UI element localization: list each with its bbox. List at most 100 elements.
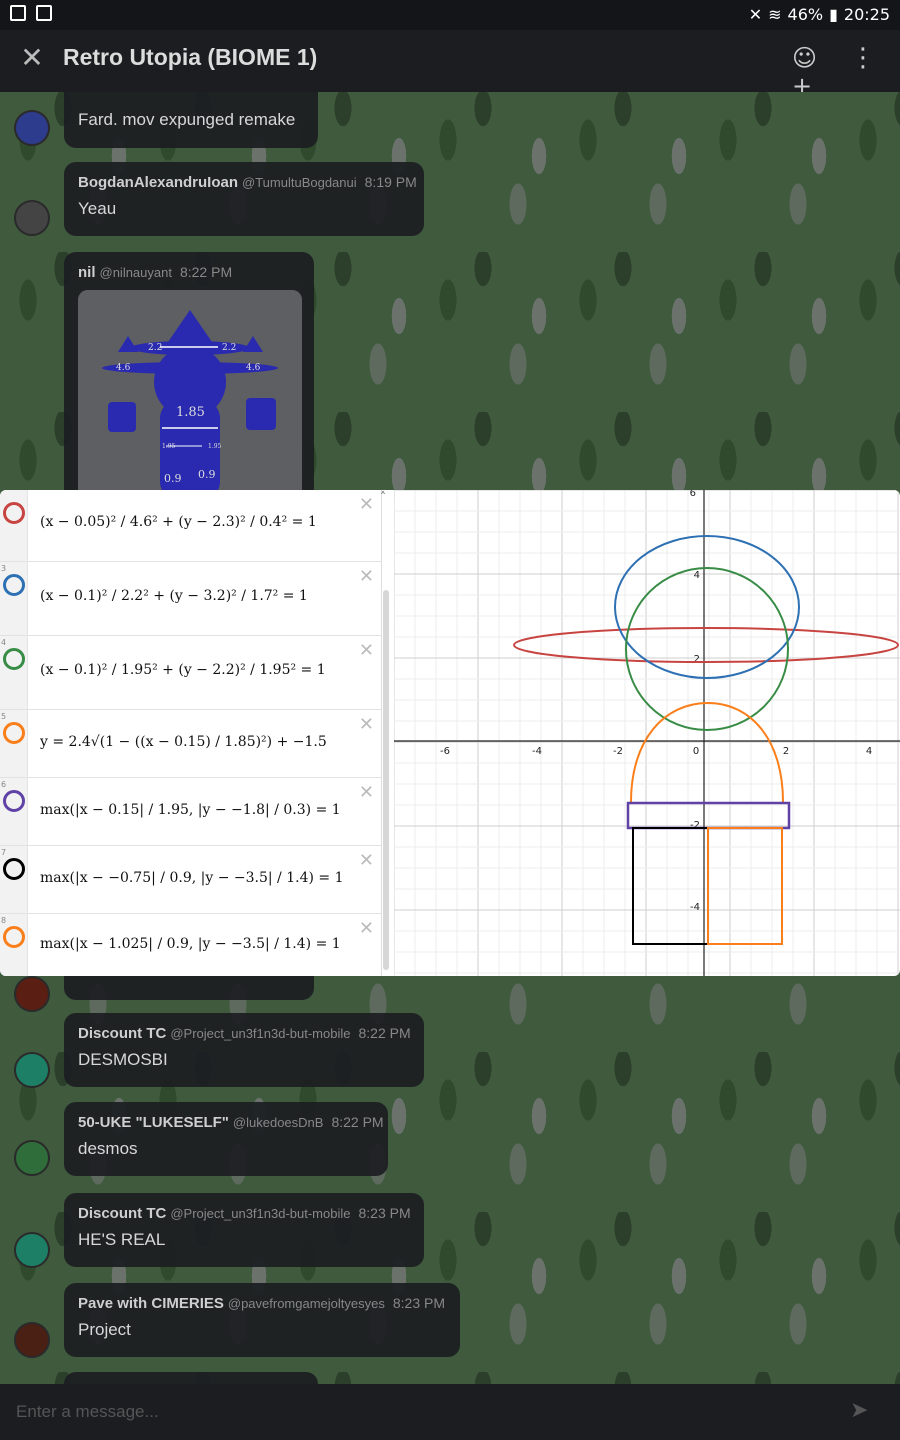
expression-scrollbar[interactable] [383,590,389,970]
message-handle: @Project_un3f1n3d-but-mobile [170,1206,351,1221]
message-text: DESMOSBI [78,1050,168,1069]
attachment-label: 0.9 [198,468,216,481]
message-time: 8:22 PM [179,264,233,280]
close-icon[interactable]: ✕ [18,44,46,72]
expression-number: 3 [1,564,7,573]
expression-formula[interactable]: max(|x − 0.15| / 1.95, |y − −1.8| / 0.3)… [40,802,341,818]
green-circle-curve [625,567,789,731]
x-tick-label: 4 [866,746,872,757]
message-bubble: Discount TC @Project_un3f1n3d-but-mobile 8… [64,1193,424,1267]
expression-gutter: 4 [0,636,28,709]
avatar[interactable] [14,1052,50,1088]
curve-color-icon[interactable] [3,790,25,812]
attachment-label: 4.6 [116,363,131,373]
curve-color-icon[interactable] [3,722,25,744]
expression-row[interactable]: 4 (x − 0.1)² / 1.95² + (y − 2.2)² / 1.95… [0,636,382,710]
delete-expression-icon[interactable]: ✕ [359,918,374,939]
avatar[interactable] [14,200,50,236]
message-bubble: 50-UKE "LUKESELF" @lukedoesDnB 8:22 PM des… [64,1102,388,1176]
curve-color-icon[interactable] [3,648,25,670]
expression-row[interactable]: 5 y = 2.4√(1 − ((x − 0.15) / 1.85)²) + −… [0,710,382,778]
message-bubble-tail [64,976,314,1000]
add-member-icon[interactable]: ☺+ [792,44,822,100]
mute-icon: ✕ [748,5,763,24]
message-meta: 50-UKE "LUKESELF" @lukedoesDnB 8:22 PM [78,1114,384,1131]
attachment-label: 1.85 [176,405,205,420]
expression-formula[interactable]: y = 2.4√(1 − ((x − 0.15) / 1.85)²) + −1.… [40,734,327,750]
more-options-icon[interactable]: ⋮ [850,44,876,74]
collapse-chevron-icon[interactable]: ˄ [380,490,386,504]
delete-expression-icon[interactable]: ✕ [359,850,374,871]
expression-formula[interactable]: (x − 0.05)² / 4.6² + (y − 2.3)² / 0.4² =… [40,514,317,530]
avatar[interactable] [14,1140,50,1176]
message-handle: @lukedoesDnB [232,1115,324,1130]
expression-number: 7 [1,848,7,857]
delete-expression-icon[interactable]: ✕ [359,782,374,803]
orange-box-curve [707,827,783,945]
desmos-screenshot[interactable]: (x − 0.05)² / 4.6² + (y − 2.3)² / 0.4² =… [0,490,900,976]
expression-row[interactable]: (x − 0.05)² / 4.6² + (y − 2.3)² / 0.4² =… [0,490,382,562]
expression-row[interactable]: 6 max(|x − 0.15| / 1.95, |y − −1.8| / 0.… [0,778,382,846]
expression-formula[interactable]: (x − 0.1)² / 1.95² + (y − 2.2)² / 1.95² … [40,662,326,678]
message-author[interactable]: 50-UKE "LUKESELF" [78,1114,229,1131]
message-meta: Pave with CIMERIES @pavefromgamejoltyesye… [78,1295,446,1312]
message-time: 8:22 PM [358,1025,411,1041]
message-bubble: Discount TC @Project_un3f1n3d-but-mobile 8… [64,1013,424,1087]
chat-title: Retro Utopia (BIOME 1) [63,44,318,70]
message-author[interactable]: Discount TC [78,1025,166,1042]
message-time: 8:23 PM [392,1295,445,1311]
expression-row[interactable]: 7 max(|x − −0.75| / 0.9, |y − −3.5| / 1.… [0,846,382,914]
gallery-icon [10,5,26,21]
curve-color-icon[interactable] [3,574,25,596]
message-time: 8:22 PM [331,1114,384,1130]
delete-expression-icon[interactable]: ✕ [359,566,374,587]
image-attachment[interactable]: 2.2 2.2 4.6 4.6 1.85 1.95 1.95 0.9 0.9 [78,290,302,500]
message-author[interactable]: Discount TC [78,1205,166,1222]
expression-gutter: 8 [0,914,28,976]
message-composer: ➤ [0,1384,900,1440]
avatar[interactable] [14,1322,50,1358]
avatar[interactable] [14,1232,50,1268]
message-author[interactable]: nil [78,264,96,281]
curve-color-icon[interactable] [3,926,25,948]
battery-icon: ▮ [829,5,838,24]
delete-expression-icon[interactable]: ✕ [359,640,374,661]
red-ellipse-curve [513,627,899,663]
black-box-curve [632,827,709,945]
expression-row[interactable]: 8 max(|x − 1.025| / 0.9, |y − −3.5| / 1.… [0,914,382,976]
expression-gutter: 6 [0,778,28,845]
x-tick-label: 0 [693,746,699,757]
message-time: 8:19 PM [364,174,417,190]
delete-expression-icon[interactable]: ✕ [359,714,374,735]
expression-row[interactable]: 3 (x − 0.1)² / 2.2² + (y − 3.2)² / 1.7² … [0,562,382,636]
blue-ellipse-curve [614,535,800,679]
expression-formula[interactable]: max(|x − −0.75| / 0.9, |y − −3.5| / 1.4)… [40,870,343,886]
message-bubble: BogdanAlexandruIoan @TumultuBogdanui 8:19 … [64,162,424,236]
expression-formula[interactable]: max(|x − 1.025| / 0.9, |y − −3.5| / 1.4)… [40,936,341,952]
message-author[interactable]: BogdanAlexandruIoan [78,174,238,191]
curve-color-icon[interactable] [3,502,25,524]
send-icon[interactable]: ➤ [850,1398,878,1426]
download-icon [36,5,52,21]
wifi-icon: ≋ [768,5,782,24]
expression-gutter [0,490,28,561]
delete-expression-icon[interactable]: ✕ [359,494,374,515]
curve-color-icon[interactable] [3,858,25,880]
attachment-label: 4.6 [246,363,261,373]
message-meta: BogdanAlexandruIoan @TumultuBogdanui 8:19 … [78,174,417,191]
message-handle: @Project_un3f1n3d-but-mobile [170,1026,351,1041]
expression-formula[interactable]: (x − 0.1)² / 2.2² + (y − 3.2)² / 1.7² = … [40,588,308,604]
avatar[interactable] [14,976,50,1012]
attachment-label: 1.95 [208,443,222,450]
message-time: 8:23 PM [358,1205,411,1221]
status-bar: ✕ ≋ 46% ▮ 20:25 [0,0,900,30]
message-author[interactable]: Pave with CIMERIES [78,1295,224,1312]
message-meta: nil @nilnauyant 8:22 PM [78,264,300,281]
graph-canvas[interactable]: -6 -4 -2 0 2 4 6 4 2 -2 -4 [394,490,900,976]
message-input[interactable] [16,1396,816,1428]
x-tick-label: -4 [532,746,542,757]
y-tick-label: 6 [690,490,696,499]
message-text: Fard. mov expunged remake [78,110,296,129]
avatar[interactable] [14,110,50,146]
y-tick-label: -2 [690,820,700,831]
